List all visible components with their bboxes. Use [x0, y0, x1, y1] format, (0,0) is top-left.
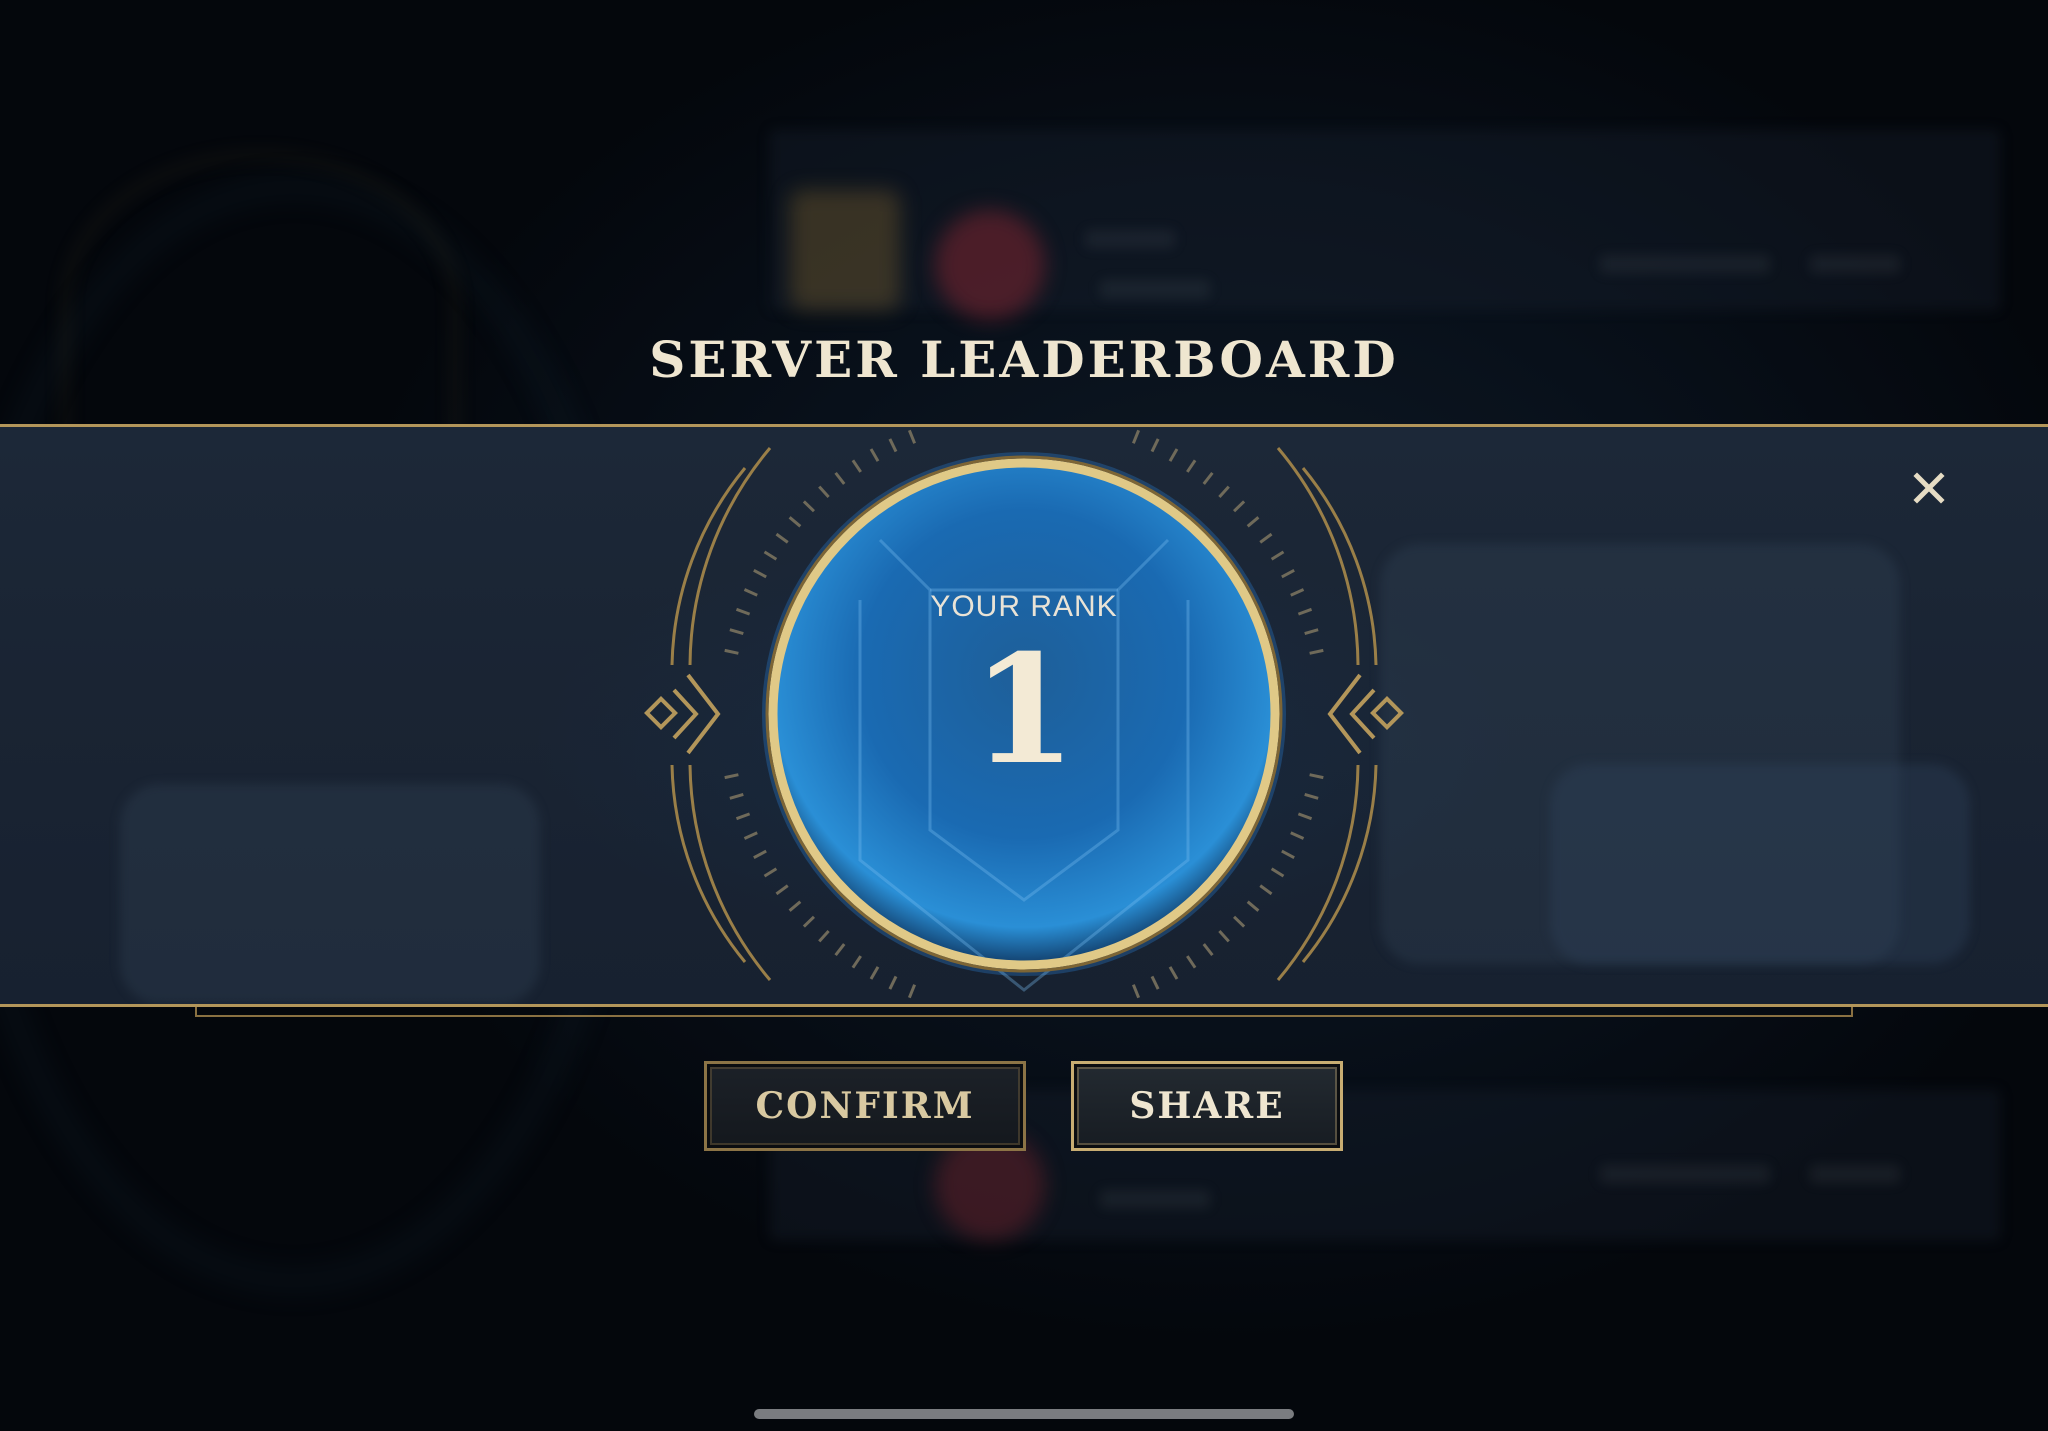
background-text	[1600, 255, 1770, 273]
confirm-button-label: CONFIRM	[755, 1085, 975, 1127]
banner-scenery	[1550, 764, 1970, 964]
rank-value: 1	[971, 622, 1077, 798]
background-emblem	[790, 190, 900, 310]
background-text	[1810, 1165, 1900, 1183]
confirm-button[interactable]: CONFIRM	[704, 1061, 1026, 1151]
background-text	[1810, 255, 1900, 273]
background-arch	[60, 150, 460, 460]
close-button[interactable]	[1905, 464, 1953, 512]
share-button[interactable]: SHARE	[1071, 1061, 1343, 1151]
home-indicator[interactable]	[754, 1409, 1294, 1419]
screen: SERVER LEADERBOARD YOUR RANK 1 CONFIRM S…	[0, 0, 2048, 1431]
banner-top-border	[0, 424, 2048, 427]
rank-label: YOUR RANK	[930, 590, 1118, 623]
dialog-title: SERVER LEADERBOARD	[649, 330, 1399, 389]
background-avatar	[935, 210, 1045, 320]
banner-scenery	[120, 784, 540, 1004]
banner-underbar	[195, 1007, 1853, 1017]
background-text	[1085, 230, 1175, 248]
share-button-label: SHARE	[1129, 1085, 1285, 1127]
background-text	[1100, 280, 1210, 298]
close-icon	[1913, 472, 1945, 504]
background-text	[1600, 1165, 1770, 1183]
background-text	[1100, 1190, 1210, 1208]
